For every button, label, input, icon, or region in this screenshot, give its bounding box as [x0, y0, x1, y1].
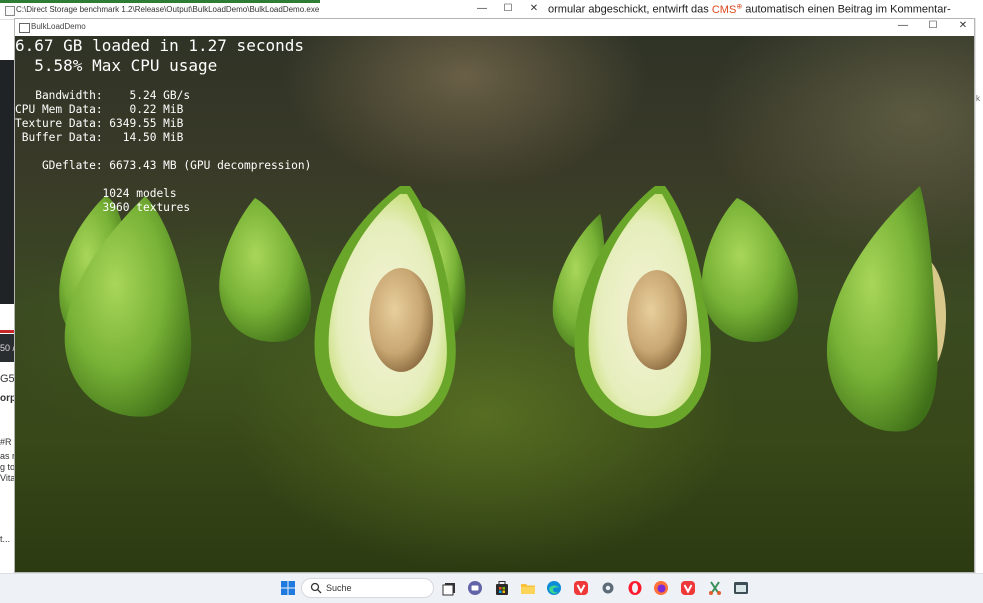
file-explorer-icon[interactable]	[520, 580, 536, 596]
background-left-strip: 50 / G50 orp #R as r g to Vita t...	[0, 0, 14, 573]
opera-icon[interactable]	[627, 580, 643, 596]
avocado-whole-4	[701, 198, 798, 342]
windows-start-icon[interactable]	[280, 580, 296, 596]
bulkloaddemo-title: BulkLoadDemo	[31, 22, 86, 31]
bulkloaddemo-titlebar[interactable]: BulkLoadDemo — ☐ ✕	[15, 19, 974, 36]
task-view-icon[interactable]	[441, 580, 457, 596]
benchmark-stats-overlay: 6.67 GB loaded in 1.27 seconds 5.58% Max…	[15, 36, 311, 245]
console-window-icon	[5, 6, 15, 16]
background-right-strip: k	[975, 18, 983, 590]
edge-icon[interactable]	[546, 580, 562, 596]
avocado-half-1	[314, 186, 466, 429]
taskbar: Suche	[0, 573, 983, 603]
search-placeholder: Suche	[326, 583, 352, 593]
console-close-button[interactable]: ✕	[527, 3, 541, 14]
vivaldi-icon-2[interactable]	[680, 580, 696, 596]
console-minimize-button[interactable]: —	[475, 3, 489, 14]
maximize-button[interactable]: ☐	[926, 20, 940, 31]
close-button[interactable]: ✕	[956, 20, 970, 31]
settings-icon[interactable]	[600, 580, 616, 596]
render-viewport[interactable]: 6.67 GB loaded in 1.27 seconds 5.58% Max…	[15, 36, 974, 572]
firefox-icon[interactable]	[653, 580, 669, 596]
vivaldi-icon[interactable]	[573, 580, 589, 596]
cpu-mem-line: CPU Mem Data: 0.22 MiB	[15, 103, 184, 116]
store-icon[interactable]	[494, 580, 510, 596]
minimize-button[interactable]: —	[896, 20, 910, 31]
console-window-titlebar[interactable]: C:\Direct Storage benchmark 1.2\Release\…	[0, 0, 548, 20]
texture-data-line: Texture Data: 6349.55 MiB	[15, 117, 184, 130]
snipping-tool-icon[interactable]	[707, 580, 723, 596]
avocado-whole-5	[826, 186, 946, 432]
textures-count-line: 3960 textures	[15, 201, 191, 214]
taskbar-search-box[interactable]: Suche	[301, 578, 434, 598]
background-article-text: ormular abgeschickt, entwirft das CMS⊕ a…	[548, 3, 951, 16]
bulkloaddemo-window: BulkLoadDemo — ☐ ✕ 6.67 GB loaded in 1.2…	[14, 18, 975, 573]
cms-link[interactable]: CMS⊕	[712, 3, 742, 16]
bandwidth-line: Bandwidth: 5.24 GB/s	[15, 89, 191, 102]
avocado-whole-2	[219, 198, 312, 342]
gdeflate-line: GDeflate: 6673.43 MB (GPU decompression)	[15, 159, 312, 172]
search-icon	[310, 582, 322, 594]
avocado-whole-1	[59, 196, 192, 417]
console-window-title: C:\Direct Storage benchmark 1.2\Release\…	[16, 5, 320, 14]
buffer-data-line: Buffer Data: 14.50 MiB	[15, 131, 184, 144]
terminal-icon[interactable]	[733, 580, 749, 596]
models-count-line: 1024 models	[15, 187, 177, 200]
app-window-icon	[19, 23, 30, 33]
cpu-usage-line: 5.58% Max CPU usage	[15, 56, 218, 75]
console-maximize-button[interactable]: ☐	[501, 3, 515, 14]
loaded-headline: 6.67 GB loaded in 1.27 seconds	[15, 36, 304, 55]
teams-chat-icon[interactable]	[467, 580, 483, 596]
